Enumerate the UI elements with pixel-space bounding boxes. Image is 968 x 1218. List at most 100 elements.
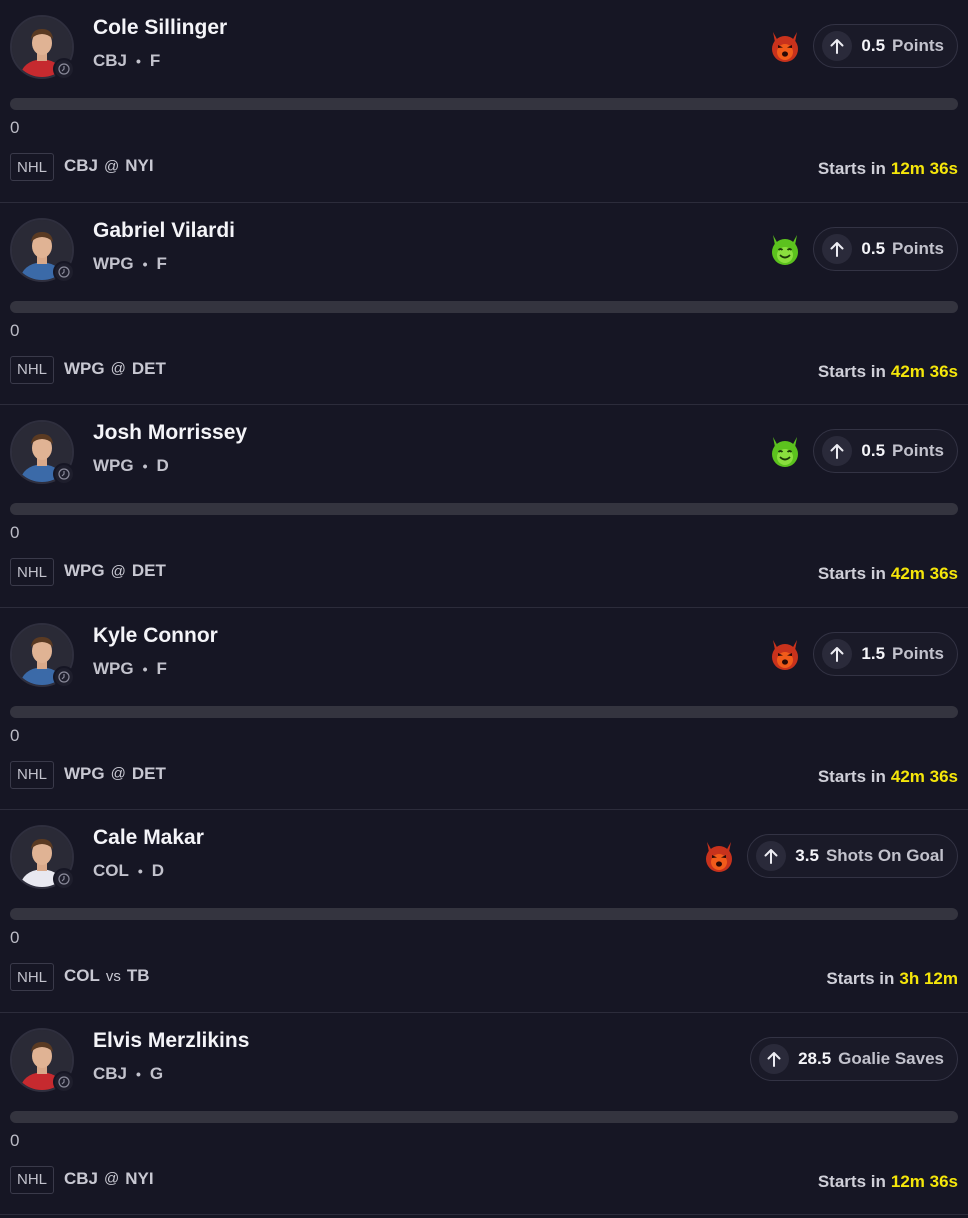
meta-separator-icon: • [137, 863, 143, 879]
league-badge: NHL [10, 1165, 55, 1194]
projection-controls: 1.5 Points [767, 631, 958, 676]
away-team: NYI [125, 156, 154, 175]
away-team: DET [131, 561, 166, 580]
meta-separator-icon: • [136, 1065, 141, 1082]
matchup: WPG @ DET [64, 561, 166, 581]
progress-bar [10, 1110, 958, 1123]
home-team: WPG [64, 763, 105, 783]
player-position: F [156, 253, 167, 273]
progress-count: 0 [10, 725, 20, 745]
matchup: CBJ @ NYI [64, 1169, 154, 1189]
projection-pill[interactable]: 0.5 Points [813, 429, 958, 473]
home-team: COL [64, 966, 100, 985]
player-name: Elvis Merzlikins [93, 1028, 250, 1052]
starts-label: Starts in [817, 1171, 886, 1191]
projection-pill[interactable]: 0.5 Points [813, 226, 958, 271]
game-start-time: Starts in 42m 36s [818, 767, 958, 787]
player-meta: WPG • F [93, 254, 167, 274]
game-start-time: Starts in 12m 36s [818, 159, 958, 179]
player-meta: CBJ • G [93, 1064, 163, 1084]
red-demon-icon [767, 636, 803, 672]
player-team: COL [93, 861, 129, 880]
player-position: G [149, 1063, 164, 1083]
player-card[interactable]: Cale Makar COL • D 3.5 Shots On Goal 0 N… [0, 810, 968, 1013]
player-card[interactable]: Elvis Merzlikins CBJ • G 28.5 Goalie Sav… [0, 1013, 968, 1215]
countdown: 42m 36s [890, 766, 958, 786]
projection-pill[interactable]: 0.5 Points [813, 24, 958, 68]
matchup-separator: @ [104, 157, 120, 175]
arrow-up-icon[interactable] [822, 436, 853, 466]
away-team: NYI [125, 1168, 154, 1188]
arrow-up-icon[interactable] [756, 841, 787, 871]
league-badge: NHL [10, 963, 55, 991]
countdown: 42m 36s [890, 361, 958, 381]
arrow-up-icon[interactable] [759, 1043, 790, 1074]
projection-pill[interactable]: 3.5 Shots On Goal [747, 834, 958, 878]
player-meta: CBJ • F [93, 51, 160, 71]
clock-icon [53, 463, 75, 485]
projection-line: 0.5 [861, 36, 886, 55]
game-start-time: Starts in 3h 12m [826, 969, 958, 989]
league-badge: NHL [10, 153, 55, 181]
matchup-separator: vs [105, 967, 121, 985]
player-card[interactable]: Josh Morrissey WPG • D 0.5 Points 0 NHL … [0, 405, 968, 608]
game-start-time: Starts in 12m 36s [818, 1172, 958, 1192]
progress-bar [10, 503, 958, 515]
progress-bar [10, 908, 958, 920]
player-card[interactable]: Kyle Connor WPG • F 1.5 Points 0 NHL WPG… [0, 608, 968, 810]
starts-label: Starts in [817, 766, 886, 786]
player-position: F [156, 658, 167, 678]
player-card[interactable]: Gabriel Vilardi WPG • F 0.5 Points 0 NHL… [0, 203, 968, 405]
away-team: DET [131, 763, 166, 783]
matchup-separator: @ [104, 1170, 120, 1187]
starts-label: Starts in [817, 564, 886, 583]
player-card[interactable]: Cole Sillinger CBJ • F 0.5 Points 0 NHL [0, 0, 968, 203]
countdown: 42m 36s [890, 564, 958, 583]
player-meta: COL • D [93, 861, 164, 881]
progress-bar [10, 705, 958, 718]
player-position: D [151, 861, 165, 880]
projection-stat: Points [892, 238, 944, 258]
projection-controls: 0.5 Points [767, 24, 958, 68]
progress-count: 0 [10, 928, 20, 947]
player-name: Gabriel Vilardi [93, 218, 236, 242]
meta-separator-icon: • [136, 53, 141, 69]
arrow-up-icon[interactable] [822, 233, 853, 264]
red-demon-icon [767, 28, 803, 64]
projection-stat: Points [892, 36, 944, 55]
green-demon-icon [767, 231, 803, 267]
player-name: Cole Sillinger [93, 16, 228, 39]
league-badge: NHL [10, 760, 55, 789]
meta-separator-icon: • [142, 458, 148, 474]
player-team: WPG [93, 253, 134, 273]
player-name: Kyle Connor [93, 623, 218, 647]
matchup-separator: @ [110, 562, 126, 580]
game-start-time: Starts in 42m 36s [818, 564, 958, 584]
player-avatar [10, 217, 75, 283]
clock-icon [53, 260, 75, 283]
home-team: WPG [64, 561, 105, 580]
green-demon-icon [767, 433, 803, 469]
projection-line: 0.5 [861, 238, 886, 258]
projection-stat: Shots On Goal [825, 846, 944, 865]
projection-pill[interactable]: 28.5 Goalie Saves [750, 1036, 958, 1081]
starts-label: Starts in [817, 361, 886, 381]
player-avatar [10, 1027, 75, 1093]
matchup-separator: @ [110, 765, 126, 782]
projection-line: 3.5 [795, 846, 819, 865]
projection-line: 28.5 [798, 1048, 832, 1068]
arrow-up-icon[interactable] [822, 638, 853, 669]
arrow-up-icon[interactable] [822, 31, 853, 61]
progress-bar [10, 300, 958, 313]
league-badge: NHL [10, 558, 55, 586]
projection-controls: 0.5 Points [767, 429, 958, 473]
progress-count: 0 [10, 523, 20, 542]
player-name: Josh Morrissey [93, 421, 248, 444]
player-position: D [156, 456, 169, 475]
starts-label: Starts in [817, 159, 886, 178]
projection-pill[interactable]: 1.5 Points [813, 631, 958, 676]
matchup: COL vs TB [64, 966, 150, 986]
red-demon-icon [701, 838, 737, 874]
clock-icon [53, 868, 75, 890]
projection-stat: Goalie Saves [838, 1048, 944, 1068]
